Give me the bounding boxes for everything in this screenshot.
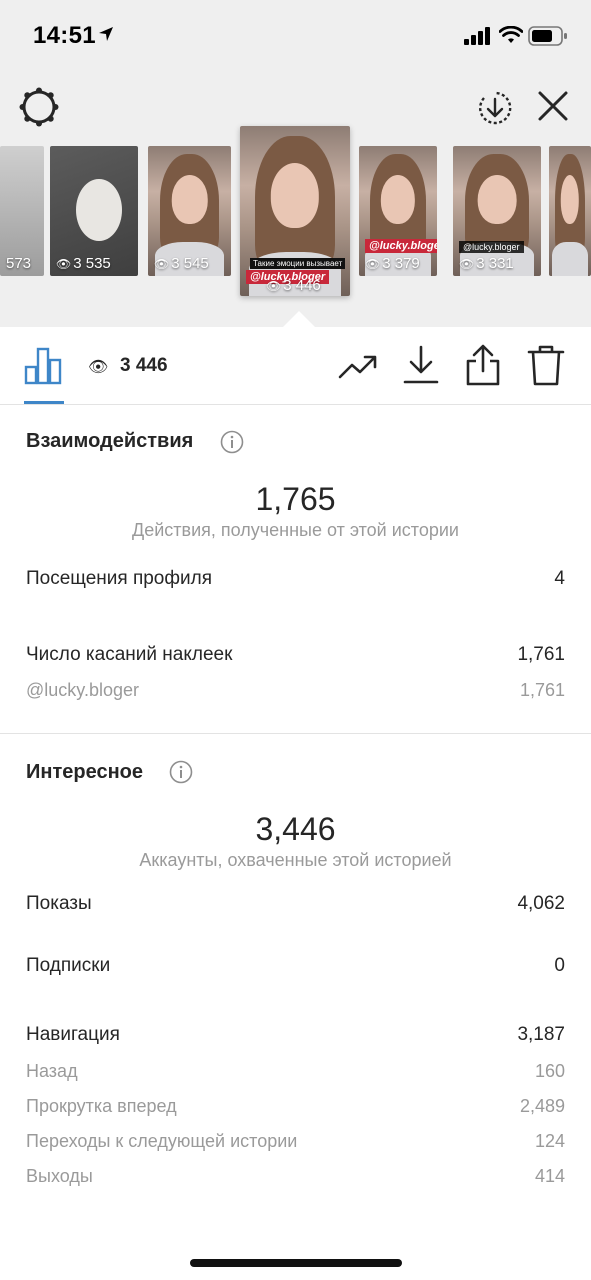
status-bar: 14:51 (0, 0, 591, 72)
trash-icon[interactable] (526, 343, 566, 387)
interactions-caption: Действия, полученные от этой истории (132, 520, 459, 540)
story-thumbnail[interactable]: @lucky.bloger 👁 3 379 (359, 146, 437, 276)
eye-icon: 👁 (88, 359, 109, 376)
back-label: Назад (26, 1061, 78, 1081)
exits-label: Выходы (26, 1166, 93, 1186)
next-story-label: Переходы к следующей истории (26, 1131, 298, 1151)
eye-icon: 👁 (365, 257, 381, 271)
eye-icon: 👁 (459, 257, 475, 271)
interactions-title: Взаимодействия (26, 430, 194, 452)
download-icon[interactable] (401, 344, 441, 386)
profile-visits-label: Посещения профиля (26, 568, 212, 589)
profile-visits-row: Посещения профиля 4 (26, 568, 565, 596)
story-thumbnails: 573 👁 3 535 👁 3 545 Такие эмоции вызывает … (0, 126, 591, 301)
insights-toolbar: 👁 3 446 (0, 327, 591, 405)
follows-value: 0 (554, 955, 565, 976)
battery-icon (528, 26, 567, 46)
interactions-total: 1,765 (255, 481, 336, 517)
story-thumbnail[interactable] (549, 146, 591, 276)
status-time: 14:51 (33, 22, 96, 49)
forward-row: Прокрутка вперед 2,489 (26, 1096, 565, 1124)
follows-label: Подписки (26, 955, 111, 976)
discovery-title: Интересное (26, 761, 143, 783)
sticker-taps-row: Число касаний наклеек 1,761 (26, 644, 565, 672)
active-tab-indicator (24, 401, 64, 404)
exits-row: Выходы 414 (26, 1166, 565, 1194)
cellular-signal-icon (464, 27, 490, 45)
info-icon[interactable] (169, 760, 193, 784)
impressions-label: Показы (26, 893, 92, 914)
sticker-handle-row: @lucky.bloger 1,761 (26, 680, 565, 708)
thumbnail-view-count: 👁 3 545 (154, 255, 209, 272)
navigation-label: Навигация (26, 1024, 120, 1045)
insights-bar-chart-icon[interactable] (24, 347, 64, 385)
follows-row: Подписки 0 (26, 955, 565, 983)
forward-label: Прокрутка вперед (26, 1096, 177, 1116)
mention-sticker: @lucky.bloger (459, 241, 524, 253)
eye-icon: 👁 (266, 279, 282, 293)
section-divider (0, 733, 591, 734)
thumbnail-view-count: 👁 3 379 (365, 255, 420, 272)
back-row: Назад 160 (26, 1061, 565, 1089)
story-thumbnail[interactable]: 👁 3 535 (50, 146, 138, 276)
sticker-taps-value: 1,761 (517, 644, 565, 665)
settings-gear-icon[interactable] (18, 86, 60, 128)
mention-sticker: @lucky.bloger (365, 239, 437, 253)
info-icon[interactable] (220, 430, 244, 454)
sticker-handle-label: @lucky.bloger (26, 680, 139, 700)
next-story-row: Переходы к следующей истории 124 (26, 1131, 565, 1159)
wifi-icon (499, 26, 523, 43)
reach-caption: Аккаунты, охваченные этой историей (139, 850, 452, 870)
eye-icon: 👁 (154, 257, 170, 271)
home-indicator[interactable] (190, 1259, 402, 1267)
back-value: 160 (534, 1061, 565, 1081)
story-thumbnail[interactable]: @lucky.bloger 👁 3 331 (453, 146, 541, 276)
next-story-value: 124 (534, 1131, 565, 1151)
thumbnail-view-count: 👁 3 446 (266, 277, 321, 294)
sticker-taps-label: Число касаний наклеек (26, 644, 233, 665)
impressions-value: 4,062 (517, 893, 565, 914)
forward-value: 2,489 (519, 1096, 565, 1116)
close-icon[interactable] (537, 90, 569, 122)
download-circle-icon[interactable] (476, 89, 514, 127)
story-thumbnail-selected[interactable]: Такие эмоции вызывает @lucky.bloger 👁 3 4… (240, 126, 350, 296)
story-sticker-title: Такие эмоции вызывает (250, 258, 346, 269)
reach-total: 3,446 (255, 811, 336, 847)
story-view-count: 3 446 (120, 355, 168, 376)
trending-up-icon[interactable] (338, 346, 378, 386)
location-arrow-icon (99, 27, 113, 41)
story-thumbnail[interactable]: 573 (0, 146, 44, 276)
thumbnail-view-count: 👁 3 331 (459, 255, 514, 272)
exits-value: 414 (534, 1166, 565, 1186)
eye-icon: 👁 (56, 257, 72, 271)
selected-story-pointer (283, 311, 315, 327)
story-thumbnail[interactable]: 👁 3 545 (148, 146, 231, 276)
profile-visits-value: 4 (554, 568, 565, 589)
navigation-row: Навигация 3,187 (26, 1024, 565, 1052)
story-header-area: 14:51 573 👁 3 535 👁 3 545 Такие эмоции в… (0, 0, 591, 327)
thumbnail-view-count: 👁 3 535 (56, 255, 111, 272)
sticker-handle-value: 1,761 (519, 680, 565, 700)
navigation-value: 3,187 (517, 1024, 565, 1045)
thumbnail-view-count: 573 (6, 255, 32, 272)
impressions-row: Показы 4,062 (26, 893, 565, 921)
share-icon[interactable] (463, 343, 503, 387)
